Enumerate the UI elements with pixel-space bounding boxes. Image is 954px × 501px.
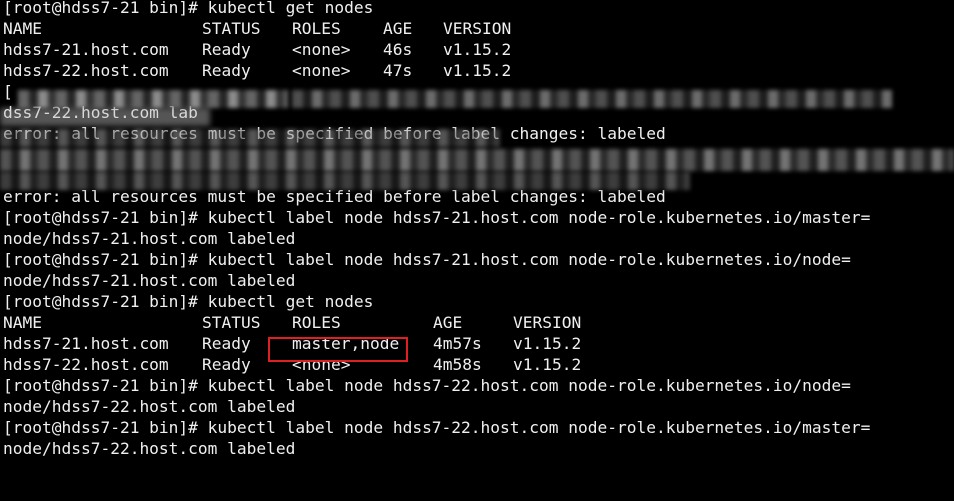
node-status: Ready: [202, 61, 251, 80]
node-version: v1.15.2: [443, 61, 512, 80]
terminal-line: node/hdss7-21.host.com labeled: [3, 270, 954, 291]
node-version: v1.15.2: [513, 334, 582, 353]
node-name: hdss7-21.host.com: [3, 40, 169, 59]
redaction-overlay: [0, 88, 954, 208]
table-row: hdss7-22.host.com Ready <none> 4m58s v1.…: [3, 354, 954, 375]
table-row: hdss7-22.host.com Ready <none> 47s v1.15…: [3, 60, 954, 81]
highlight-box: [268, 337, 408, 362]
node-roles: <none>: [292, 61, 351, 80]
node-version: v1.15.2: [443, 40, 512, 59]
node-age: 4m58s: [433, 355, 482, 374]
node-name: hdss7-21.host.com: [3, 334, 169, 353]
terminal-line: [root@hdss7-21 bin]# kubectl label node …: [3, 375, 954, 396]
redaction-block: [0, 129, 500, 147]
column-header-age: AGE: [383, 19, 413, 38]
command-prompt: [root@hdss7-21 bin]# kubectl get nodes: [3, 292, 374, 311]
node-roles: <none>: [292, 40, 351, 59]
redaction-block: [292, 90, 892, 108]
terminal-line: node/hdss7-22.host.com labeled: [3, 396, 954, 417]
column-header-roles: ROLES: [292, 19, 341, 38]
column-header-name: NAME: [3, 19, 42, 38]
command-output: node/hdss7-22.host.com labeled: [3, 397, 296, 416]
node-version: v1.15.2: [513, 355, 582, 374]
column-header-status: STATUS: [202, 313, 261, 332]
node-status: Ready: [202, 334, 251, 353]
node-name: hdss7-22.host.com: [3, 61, 169, 80]
table-row: hdss7-21.host.com Ready master,node 4m57…: [3, 333, 954, 354]
column-header-version: VERSION: [513, 313, 582, 332]
command-output: node/hdss7-21.host.com labeled: [3, 271, 296, 290]
command-output: node/hdss7-21.host.com labeled: [3, 229, 296, 248]
command-output: node/hdss7-22.host.com labeled: [3, 439, 296, 458]
terminal-line: [root@hdss7-21 bin]# kubectl get nodes: [3, 291, 954, 312]
redaction-block: [0, 108, 210, 126]
command-prompt: [root@hdss7-21 bin]# kubectl label node …: [3, 208, 871, 227]
terminal-line: [root@hdss7-21 bin]# kubectl label node …: [3, 249, 954, 270]
table-header: NAME STATUS ROLES AGE VERSION: [3, 312, 954, 333]
terminal-line: node/hdss7-22.host.com labeled: [3, 438, 954, 459]
terminal-line: [root@hdss7-21 bin]# kubectl get nodes: [3, 0, 954, 18]
column-header-roles: ROLES: [292, 313, 341, 332]
node-status: Ready: [202, 355, 251, 374]
command-prompt: [root@hdss7-21 bin]# kubectl get nodes: [3, 0, 374, 17]
node-status: Ready: [202, 40, 251, 59]
command-prompt: [root@hdss7-21 bin]# kubectl label node …: [3, 418, 871, 437]
terminal-window[interactable]: [root@hdss7-21 bin]# kubectl get nodes N…: [3, 0, 954, 480]
command-prompt: [root@hdss7-21 bin]# kubectl label node …: [3, 376, 851, 395]
terminal-line: [root@hdss7-21 bin]# kubectl label node …: [3, 417, 954, 438]
terminal-line: [root@hdss7-21 bin]# kubectl label node …: [3, 207, 954, 228]
column-header-name: NAME: [3, 313, 42, 332]
redaction-block: [0, 149, 954, 171]
node-age: 46s: [383, 40, 413, 59]
command-prompt: [root@hdss7-21 bin]# kubectl label node …: [3, 250, 851, 269]
node-age: 47s: [383, 61, 413, 80]
table-header: NAME STATUS ROLES AGE VERSION: [3, 18, 954, 39]
column-header-version: VERSION: [443, 19, 512, 38]
column-header-status: STATUS: [202, 19, 261, 38]
column-header-age: AGE: [433, 313, 463, 332]
redaction-block: [18, 90, 288, 108]
node-name: hdss7-22.host.com: [3, 355, 169, 374]
table-row: hdss7-21.host.com Ready <none> 46s v1.15…: [3, 39, 954, 60]
terminal-line: node/hdss7-21.host.com labeled: [3, 228, 954, 249]
redaction-block: [0, 172, 690, 190]
node-age: 4m57s: [433, 334, 482, 353]
